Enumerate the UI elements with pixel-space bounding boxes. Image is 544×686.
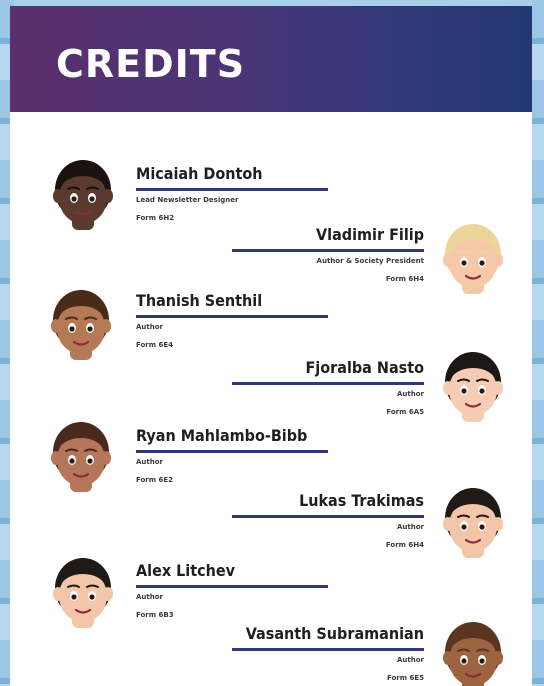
credit-entry: Fjoralba Nasto Author Form 6A5 xyxy=(224,358,424,422)
credit-name: Vladimir Filip xyxy=(316,225,424,244)
credit-form: Form 6E4 xyxy=(136,341,174,349)
credit-name: Micaiah Dontoh xyxy=(136,164,263,183)
credit-entry: Lukas Trakimas Author Form 6H4 xyxy=(224,491,424,555)
credits-page: CREDITS Micaiah Dontoh Lead Newsletter D… xyxy=(10,6,532,686)
credit-role: Author xyxy=(136,323,163,331)
name-underline xyxy=(136,315,328,318)
credit-form: Form 6A5 xyxy=(386,408,424,416)
person-avatar-curly-hair-icon xyxy=(51,422,111,492)
credit-role: Lead Newsletter Designer xyxy=(136,196,239,204)
credit-entry: Ryan Mahlambo-Bibb Author Form 6E2 xyxy=(136,426,336,490)
credit-form: Form 6E5 xyxy=(386,674,424,682)
credit-entry: Micaiah Dontoh Lead Newsletter Designer … xyxy=(136,164,336,228)
credit-entry: Thanish Senthil Author Form 6E4 xyxy=(136,291,336,355)
credit-role: Author xyxy=(136,458,163,466)
credit-entry: Vasanth Subramanian Author Form 6E5 xyxy=(224,624,424,686)
credit-role: Author xyxy=(136,593,163,601)
name-underline xyxy=(232,648,424,651)
credit-role: Author xyxy=(397,656,424,664)
person-avatar-black-hair-icon xyxy=(443,488,503,558)
credit-role: Author & Society President xyxy=(316,257,424,265)
person-avatar-black-hair-icon xyxy=(53,558,113,628)
credit-role: Author xyxy=(397,390,424,398)
credit-role: Author xyxy=(397,523,424,531)
name-underline xyxy=(232,515,424,518)
credit-form: Form 6B3 xyxy=(136,611,174,619)
person-avatar-bearded-icon xyxy=(51,290,111,360)
person-avatar-dark-skin-icon xyxy=(53,160,113,230)
person-avatar-woman-icon xyxy=(443,352,503,422)
background-edge-right xyxy=(532,0,544,686)
credit-form: Form 6H4 xyxy=(385,275,424,283)
credit-name: Fjoralba Nasto xyxy=(305,358,424,377)
credit-form: Form 6H4 xyxy=(385,541,424,549)
credit-entry: Alex Litchev Author Form 6B3 xyxy=(136,561,336,625)
credit-name: Alex Litchev xyxy=(136,561,236,580)
credit-name: Lukas Trakimas xyxy=(299,491,424,510)
person-avatar-blond-icon xyxy=(443,224,503,294)
name-underline xyxy=(232,382,424,385)
credit-name: Ryan Mahlambo-Bibb xyxy=(136,426,308,445)
title-banner: CREDITS xyxy=(10,6,532,112)
credit-name: Thanish Senthil xyxy=(136,291,263,310)
credit-form: Form 6H2 xyxy=(136,214,175,222)
name-underline xyxy=(136,585,328,588)
person-avatar-brown-skin-icon xyxy=(443,622,503,686)
credit-entry: Vladimir Filip Author & Society Presiden… xyxy=(224,225,424,289)
name-underline xyxy=(136,188,328,191)
credit-name: Vasanth Subramanian xyxy=(245,624,424,643)
name-underline xyxy=(232,249,424,252)
page-title: CREDITS xyxy=(56,42,246,86)
credit-form: Form 6E2 xyxy=(136,476,174,484)
name-underline xyxy=(136,450,328,453)
